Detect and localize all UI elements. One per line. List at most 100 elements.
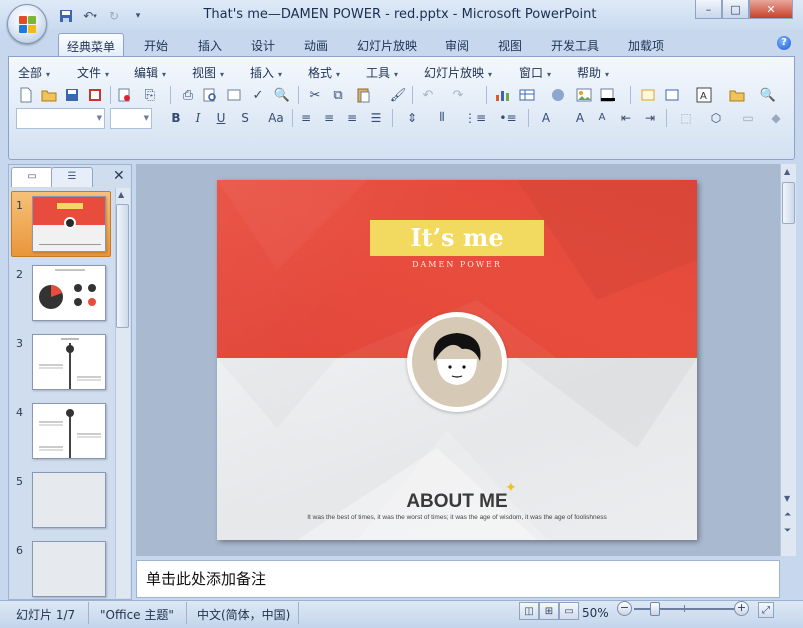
tab-review[interactable]: 审阅: [437, 33, 477, 56]
menu-slideshow[interactable]: 幻灯片放映 ▾: [424, 64, 492, 81]
menu-tools[interactable]: 工具 ▾: [366, 64, 398, 81]
slide-thumbnail-5[interactable]: [32, 472, 106, 528]
font-size-combo[interactable]: ▼: [110, 108, 152, 129]
tab-slideshow[interactable]: 幻灯片放映: [349, 33, 425, 56]
numbering-icon[interactable]: ⋮≡: [464, 108, 486, 127]
print-preview-icon[interactable]: [200, 85, 220, 105]
language-indicator[interactable]: 中文(简体，中国): [197, 606, 290, 623]
change-case-button[interactable]: Aa: [262, 108, 290, 127]
slide-thumbnail-6[interactable]: [32, 541, 106, 597]
minimize-button[interactable]: –: [695, 0, 722, 19]
office-button[interactable]: [7, 4, 47, 44]
tab-home[interactable]: 开始: [136, 33, 176, 56]
redo-icon[interactable]: ↻: [104, 7, 124, 25]
decrease-font-icon[interactable]: A: [592, 108, 612, 127]
help-icon[interactable]: ?: [777, 36, 791, 50]
fill-color-icon[interactable]: [598, 85, 618, 105]
slide-subtitle[interactable]: DAMEN POWER: [357, 260, 557, 269]
scrollbar-thumb[interactable]: [116, 204, 129, 328]
slide-title[interactable]: It’s me: [370, 220, 544, 256]
format-painter-icon[interactable]: 🖌: [388, 85, 408, 105]
normal-view-icon[interactable]: ◫: [519, 602, 539, 620]
font-color-button[interactable]: A: [536, 108, 556, 127]
shape-fill-icon[interactable]: ◆: [766, 108, 786, 127]
undo-toolbar-icon[interactable]: ↶: [418, 85, 438, 105]
tab-classic-menu[interactable]: 经典菜单: [58, 33, 125, 56]
permission-icon[interactable]: [114, 85, 134, 105]
slide-thumbnail-1[interactable]: [32, 196, 106, 252]
zoom-slider-thumb[interactable]: [650, 602, 660, 616]
menu-view[interactable]: 视图 ▾: [192, 64, 224, 81]
save-doc-icon[interactable]: [62, 85, 82, 105]
research-icon[interactable]: 🔍: [272, 85, 292, 105]
italic-button[interactable]: I: [188, 108, 208, 127]
tab-addins[interactable]: 加载项: [620, 33, 672, 56]
justify-icon[interactable]: ☰: [366, 108, 386, 127]
next-slide-icon[interactable]: ⏷: [784, 526, 791, 536]
menu-edit[interactable]: 编辑 ▾: [134, 64, 166, 81]
textbox-icon[interactable]: A: [694, 85, 714, 105]
maximize-button[interactable]: □: [722, 0, 749, 19]
fit-to-window-icon[interactable]: ⤢: [758, 602, 774, 618]
current-slide[interactable]: It’s me DAMEN POWER ✦ ABOUT ME It was th…: [217, 180, 697, 540]
save-icon[interactable]: [56, 7, 76, 25]
zoom-out-icon[interactable]: −: [617, 601, 632, 616]
paste-icon[interactable]: [353, 85, 373, 105]
font-name-combo[interactable]: ▼: [16, 108, 105, 129]
slide-thumbnail-4[interactable]: [32, 403, 106, 459]
align-left-icon[interactable]: ≡: [296, 108, 316, 127]
slide-sorter-icon[interactable]: ⊞: [539, 602, 559, 620]
avatar-icon[interactable]: [412, 317, 502, 407]
slideshow-view-icon[interactable]: ▭: [559, 602, 579, 620]
tab-design[interactable]: 设计: [243, 33, 283, 56]
find-icon[interactable]: 🔍: [758, 85, 778, 105]
zoom-level[interactable]: 50%: [582, 606, 609, 620]
previous-slide-icon[interactable]: ⏶: [784, 510, 791, 520]
slide-thumbnail-2[interactable]: [32, 265, 106, 321]
smartart-icon[interactable]: [548, 85, 568, 105]
arrange-icon[interactable]: ⬚: [676, 108, 696, 127]
columns-icon[interactable]: ⫴: [432, 108, 452, 127]
folder-icon[interactable]: [727, 85, 747, 105]
shape-style-icon[interactable]: ▭: [738, 108, 758, 127]
menu-format[interactable]: 格式 ▾: [308, 64, 340, 81]
scroll-up-icon[interactable]: ▲: [784, 167, 790, 176]
customize-qat-icon[interactable]: ▾: [128, 7, 148, 25]
slide-layout-icon[interactable]: [662, 85, 682, 105]
attach-icon[interactable]: ⎘: [140, 85, 160, 105]
align-right-icon[interactable]: ≡: [342, 108, 362, 127]
copy-icon[interactable]: ⧉: [328, 85, 348, 105]
about-text[interactable]: It was the best of times, it was the wor…: [247, 514, 667, 521]
undo-icon[interactable]: ↶ ▾: [80, 7, 100, 25]
picture-icon[interactable]: [574, 85, 594, 105]
bullets-icon[interactable]: •≡: [498, 108, 518, 127]
spelling-icon[interactable]: ✓: [248, 85, 268, 105]
new-slide-icon[interactable]: [638, 85, 658, 105]
menu-window[interactable]: 窗口 ▾: [519, 64, 551, 81]
zoom-in-icon[interactable]: +: [734, 601, 749, 616]
scroll-down-icon[interactable]: ▼: [784, 494, 790, 503]
cut-icon[interactable]: ✂: [305, 85, 325, 105]
shadow-button[interactable]: S: [235, 108, 255, 127]
menu-all[interactable]: 全部 ▾: [18, 64, 50, 81]
print-icon[interactable]: ⎙: [178, 85, 198, 105]
table-icon[interactable]: [517, 85, 537, 105]
increase-font-icon[interactable]: A: [570, 108, 590, 127]
tab-insert[interactable]: 插入: [190, 33, 230, 56]
layout-icon[interactable]: [224, 85, 244, 105]
menu-file[interactable]: 文件 ▾: [77, 64, 109, 81]
scroll-up-icon[interactable]: ▲: [118, 190, 124, 199]
scrollbar-thumb[interactable]: [782, 182, 795, 224]
chart-icon[interactable]: [493, 85, 513, 105]
thumbnail-scrollbar[interactable]: ▲: [115, 188, 130, 598]
slide-scrollbar[interactable]: ▲ ▼ ⏶ ⏷: [780, 164, 796, 556]
bold-button[interactable]: B: [166, 108, 186, 127]
publish-icon[interactable]: [85, 85, 105, 105]
tab-animations[interactable]: 动画: [296, 33, 336, 56]
decrease-indent-icon[interactable]: ⇤: [616, 108, 636, 127]
tab-developer[interactable]: 开发工具: [543, 33, 607, 56]
shapes-icon[interactable]: ⬡: [706, 108, 726, 127]
notes-placeholder[interactable]: 单击此处添加备注: [146, 568, 266, 589]
menu-insert[interactable]: 插入 ▾: [250, 64, 282, 81]
redo-toolbar-icon[interactable]: ↷: [448, 85, 468, 105]
